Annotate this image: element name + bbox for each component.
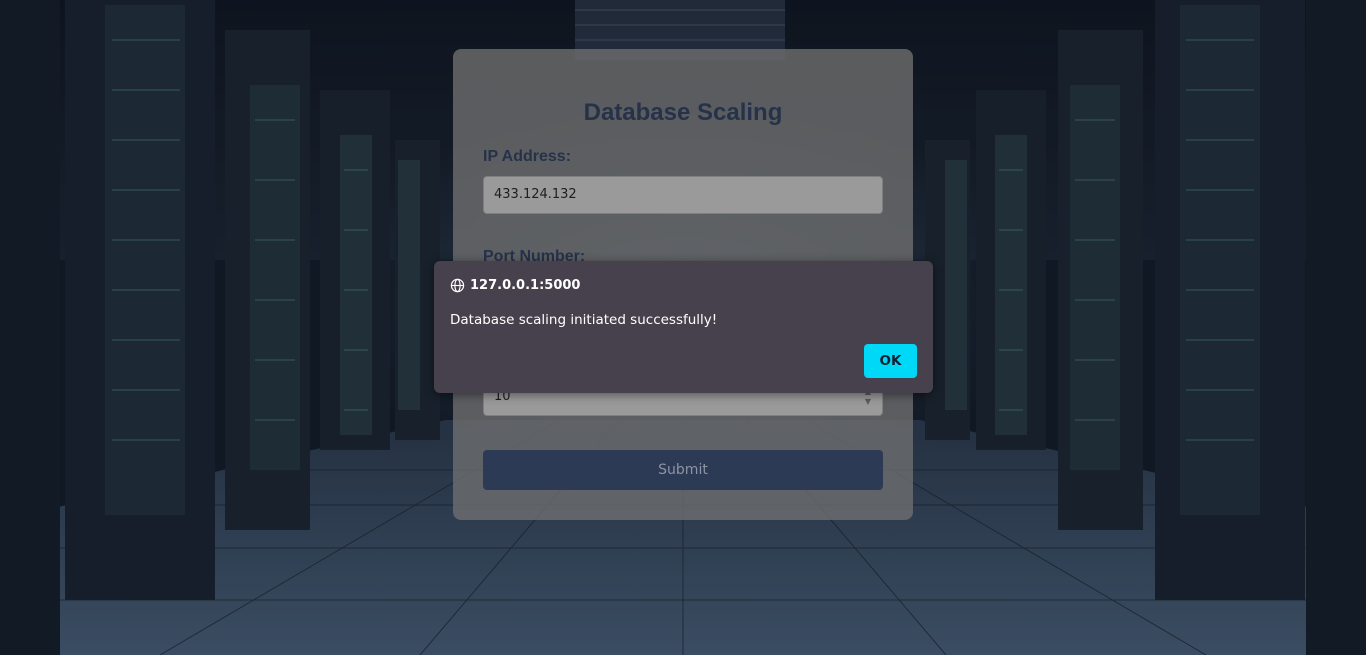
form-title: Database Scaling xyxy=(583,99,783,126)
alert-dialog: 127.0.0.1:5000 Database scaling initiate… xyxy=(434,261,933,393)
dialog-origin: 127.0.0.1:5000 xyxy=(450,277,580,293)
ip-address-label: IP Address: xyxy=(483,148,572,165)
ip-address-input[interactable]: 433.124.132 xyxy=(483,176,883,214)
ok-button[interactable]: OK xyxy=(864,344,917,378)
globe-icon xyxy=(450,278,465,292)
dialog-message: Database scaling initiated successfully! xyxy=(450,312,718,328)
dialog-origin-text: 127.0.0.1:5000 xyxy=(470,277,581,293)
submit-button[interactable]: Submit xyxy=(483,450,883,490)
page-background: Database Scaling IP Address: 433.124.132… xyxy=(0,0,1366,655)
